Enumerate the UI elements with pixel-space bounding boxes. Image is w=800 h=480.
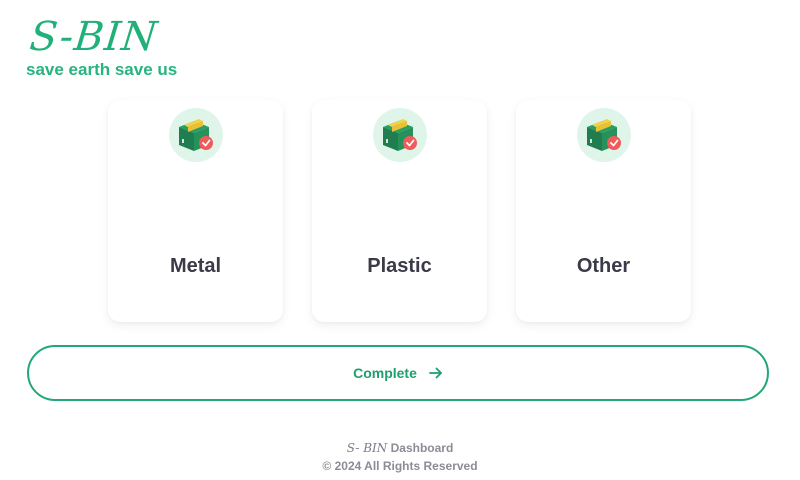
category-card-other[interactable]: Other bbox=[516, 100, 691, 322]
footer-dashboard: S- BIN Dashboard bbox=[0, 441, 800, 455]
category-label: Plastic bbox=[367, 255, 432, 277]
category-label: Metal bbox=[169, 255, 222, 277]
package-check-icon bbox=[372, 108, 427, 162]
footer-copyright: © 2024 All Rights Reserved bbox=[322, 459, 478, 473]
brand-header: S-BIN save earth save us bbox=[26, 14, 177, 80]
category-label: Other bbox=[576, 255, 631, 277]
page: S-BIN save earth save us Metal Plastic O… bbox=[0, 0, 800, 480]
package-check-icon bbox=[168, 108, 223, 162]
footer-logo: S- BIN bbox=[346, 441, 388, 455]
category-card-plastic[interactable]: Plastic bbox=[312, 100, 487, 322]
arrow-right-icon bbox=[428, 367, 443, 379]
complete-button-label: Complete bbox=[353, 365, 417, 381]
category-card-metal[interactable]: Metal bbox=[108, 100, 283, 322]
footer-dashboard-label: Dashboard bbox=[390, 441, 454, 455]
tagline: save earth save us bbox=[26, 60, 178, 79]
package-check-icon bbox=[576, 108, 631, 162]
complete-button[interactable]: Complete bbox=[27, 345, 769, 401]
logo: S-BIN bbox=[27, 14, 160, 60]
